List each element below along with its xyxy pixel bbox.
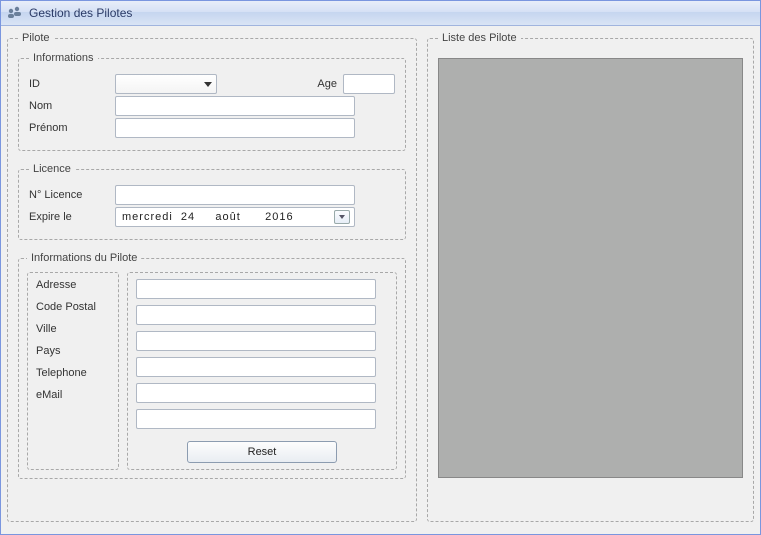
nom-input[interactable] bbox=[115, 96, 355, 116]
email-label: eMail bbox=[36, 389, 110, 401]
licence-legend: Licence bbox=[29, 163, 75, 175]
left-panel: Pilote Informations ID Age bbox=[7, 32, 417, 528]
cp-input[interactable] bbox=[136, 305, 376, 325]
expire-label: Expire le bbox=[29, 211, 109, 223]
app-icon bbox=[7, 5, 23, 21]
email-input[interactable] bbox=[136, 409, 376, 429]
adresse-label: Adresse bbox=[36, 279, 110, 291]
titlebar: Gestion des Pilotes bbox=[1, 1, 760, 26]
reset-button[interactable]: Reset bbox=[187, 441, 337, 463]
details-label-column: Adresse Code Postal Ville Pays Telephone… bbox=[27, 272, 119, 470]
calendar-dropdown-icon[interactable] bbox=[334, 210, 350, 224]
pilote-list[interactable] bbox=[438, 58, 743, 478]
informations-group: Informations ID Age Nom bbox=[18, 52, 406, 151]
licence-num-input[interactable] bbox=[115, 185, 355, 205]
prenom-input[interactable] bbox=[115, 118, 355, 138]
expire-date-text: mercredi 24 août 2016 bbox=[122, 211, 294, 223]
adresse-input[interactable] bbox=[136, 279, 376, 299]
expire-datepicker[interactable]: mercredi 24 août 2016 bbox=[115, 207, 355, 227]
age-input[interactable] bbox=[343, 74, 395, 94]
prenom-label: Prénom bbox=[29, 122, 109, 134]
pays-input[interactable] bbox=[136, 357, 376, 377]
id-combobox[interactable] bbox=[115, 74, 217, 94]
id-label: ID bbox=[29, 78, 109, 90]
right-panel: Liste des Pilote bbox=[427, 32, 754, 528]
liste-legend: Liste des Pilote bbox=[438, 32, 521, 44]
age-label: Age bbox=[307, 78, 337, 90]
tel-input[interactable] bbox=[136, 383, 376, 403]
informations-legend: Informations bbox=[29, 52, 98, 64]
nom-label: Nom bbox=[29, 100, 109, 112]
licence-group: Licence N° Licence Expire le mercredi 24… bbox=[18, 163, 406, 240]
ville-input[interactable] bbox=[136, 331, 376, 351]
cp-label: Code Postal bbox=[36, 301, 110, 313]
tel-label: Telephone bbox=[36, 367, 110, 379]
content-area: Pilote Informations ID Age bbox=[1, 26, 760, 534]
window-title: Gestion des Pilotes bbox=[29, 6, 132, 20]
ville-label: Ville bbox=[36, 323, 110, 335]
pilote-legend: Pilote bbox=[18, 32, 54, 44]
liste-group: Liste des Pilote bbox=[427, 32, 754, 522]
details-group: Informations du Pilote Adresse Code Post… bbox=[18, 252, 406, 479]
details-field-column: Reset bbox=[127, 272, 397, 470]
pays-label: Pays bbox=[36, 345, 110, 357]
chevron-down-icon bbox=[204, 82, 212, 87]
licence-num-label: N° Licence bbox=[29, 189, 109, 201]
window: Gestion des Pilotes Pilote Informations … bbox=[0, 0, 761, 535]
pilote-group: Pilote Informations ID Age bbox=[7, 32, 417, 522]
details-legend: Informations du Pilote bbox=[27, 252, 141, 264]
